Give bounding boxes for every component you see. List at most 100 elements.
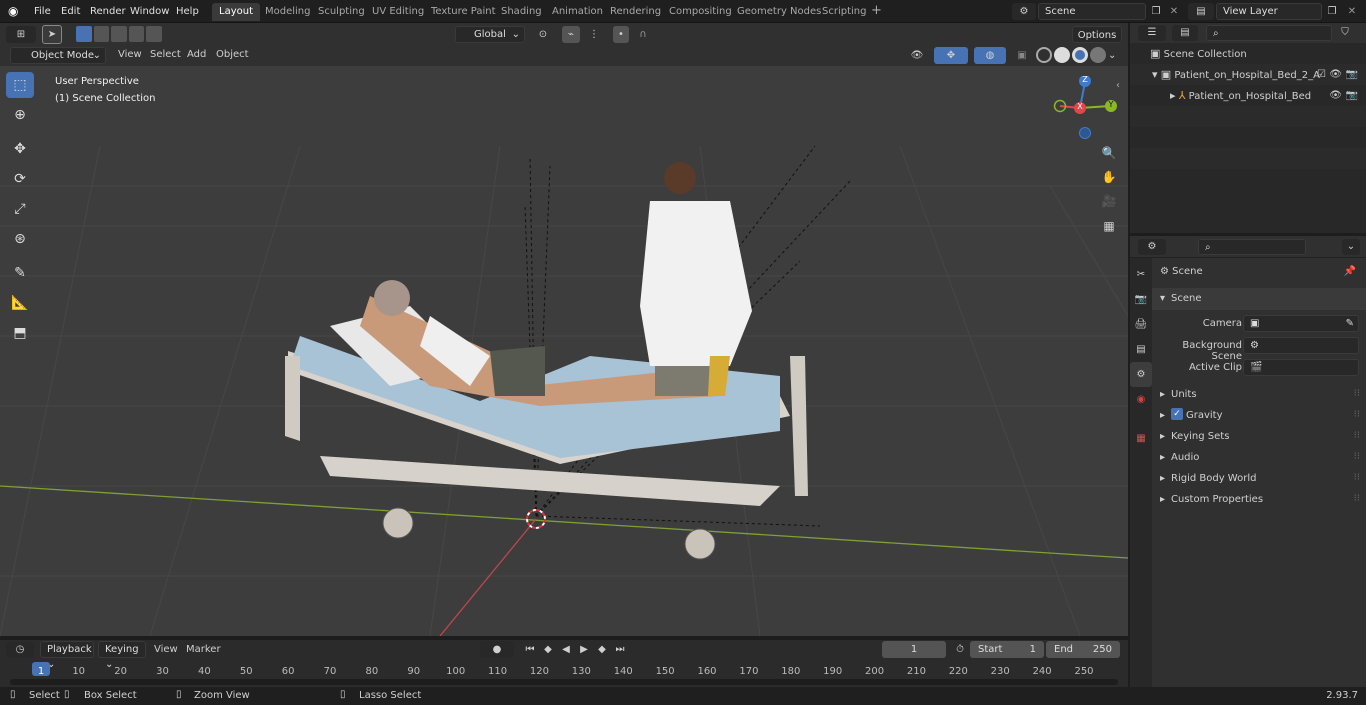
end-frame-field[interactable]: End 250 <box>1046 641 1120 658</box>
stopwatch-icon[interactable]: ⏱ <box>952 641 968 658</box>
outliner-row-object[interactable]: ▸ ⅄ Patient_on_Hospital_Bed 👁 📷 <box>1130 85 1366 106</box>
annotate-tool-icon[interactable]: ✎ <box>6 260 34 286</box>
timeline-view-menu[interactable]: View <box>154 644 178 655</box>
delete-scene-icon[interactable]: ✕ <box>1166 3 1182 20</box>
scale-tool-icon[interactable]: ⤢ <box>6 196 34 222</box>
select-extend-icon[interactable] <box>93 26 110 42</box>
background-scene-field[interactable]: ⚙ <box>1243 337 1359 354</box>
play-reverse-icon[interactable]: ◀ <box>558 641 574 658</box>
gizmo-toggle-icon[interactable]: ✥ <box>934 47 968 64</box>
menu-help[interactable]: Help <box>170 0 205 23</box>
rendered-shading-icon[interactable] <box>1090 47 1106 63</box>
camera-field[interactable]: ▣ ✎ <box>1243 315 1359 332</box>
texture-tab-icon[interactable]: ▦ <box>1130 426 1152 451</box>
render-tab-icon[interactable]: 📷 <box>1130 287 1152 312</box>
view-layer-tab-icon[interactable]: ▤ <box>1130 337 1152 362</box>
view-menu[interactable]: View <box>118 49 142 60</box>
tab-geometry-nodes[interactable]: Geometry Nodes <box>730 3 828 21</box>
tab-uv-editing[interactable]: UV Editing <box>365 3 431 21</box>
tab-compositing[interactable]: Compositing <box>662 3 739 21</box>
tab-rendering[interactable]: Rendering <box>603 3 668 21</box>
tab-sculpting[interactable]: Sculpting <box>311 3 372 21</box>
camera-view-icon[interactable]: 🎥 <box>1099 191 1119 211</box>
falloff-icon[interactable]: ∩ <box>631 26 655 43</box>
editor-type-icon[interactable]: ⊞ <box>6 26 36 43</box>
menu-edit[interactable]: Edit <box>55 0 86 23</box>
select-new-icon[interactable] <box>76 26 92 42</box>
select-subtract-icon[interactable] <box>111 26 127 42</box>
chevron-down-icon[interactable]: ⌄ <box>1108 47 1122 64</box>
outliner-search-input[interactable]: ⌕ <box>1206 25 1332 41</box>
menu-window[interactable]: Window <box>124 0 175 23</box>
current-frame-field[interactable]: 1 <box>882 641 946 658</box>
solid-shading-icon[interactable] <box>1054 47 1070 63</box>
camera-icon[interactable]: 📷 <box>1346 64 1358 85</box>
drag-handle-icon[interactable]: ⁝⁝ <box>1354 493 1360 504</box>
keying-dropdown[interactable]: Keying ⌄ <box>98 641 146 670</box>
select-box-tool-icon[interactable]: ⬚ <box>6 72 34 98</box>
section-units[interactable]: ▸ Units ⁝⁝ <box>1152 384 1366 405</box>
tab-layout[interactable]: Layout <box>212 3 260 21</box>
transform-tool-icon[interactable]: ⊛ <box>6 226 34 252</box>
select-intersect-icon[interactable] <box>146 26 162 42</box>
properties-search-input[interactable]: ⌕ <box>1198 239 1306 255</box>
eye-icon[interactable]: 👁 <box>1329 85 1342 106</box>
sidebar-toggle-icon[interactable]: ‹ <box>1116 80 1126 91</box>
scene-name-field[interactable]: Scene <box>1038 3 1146 20</box>
select-cursor-icon[interactable]: ➤ <box>42 25 62 44</box>
jump-end-icon[interactable]: ⏭ <box>612 641 628 658</box>
start-frame-field[interactable]: Start 1 <box>970 641 1044 658</box>
material-shading-icon[interactable] <box>1072 47 1088 63</box>
filter-icon[interactable]: ⛉ <box>1336 25 1354 41</box>
xray-icon[interactable]: ▣ <box>1014 47 1030 64</box>
record-icon[interactable]: ● <box>480 641 514 658</box>
grid-projection-icon[interactable]: ▦ <box>1099 216 1119 236</box>
section-rigid-body-world[interactable]: ▸ Rigid Body World ⁝⁝ <box>1152 468 1366 489</box>
3d-viewport[interactable]: User Perspective (1) Scene Collection Z … <box>0 66 1128 636</box>
delete-view-layer-icon[interactable]: ✕ <box>1344 3 1360 20</box>
tab-shading[interactable]: Shading <box>494 3 549 21</box>
outliner-row-collection[interactable]: ▾ ▣ Patient_on_Hospital_Bed_2_A ☑ 👁 📷 <box>1130 64 1366 85</box>
cursor-tool-icon[interactable]: ⊕ <box>6 102 34 128</box>
scene-tab-icon[interactable]: ⚙ <box>1130 362 1152 387</box>
section-audio[interactable]: ▸ Audio ⁝⁝ <box>1152 447 1366 468</box>
section-gravity[interactable]: ▸ ✓ Gravity ⁝⁝ <box>1152 405 1366 426</box>
world-tab-icon[interactable]: ◉ <box>1130 387 1152 412</box>
editor-type-icon[interactable]: ⚙ <box>1138 239 1166 255</box>
chevron-down-icon[interactable]: ⌄ <box>1342 239 1360 255</box>
new-view-layer-icon[interactable]: ❐ <box>1324 3 1340 20</box>
pin-icon[interactable]: 📌 <box>1344 266 1356 277</box>
add-menu[interactable]: Add <box>187 49 206 60</box>
playback-dropdown[interactable]: Playback ⌄ <box>40 641 94 670</box>
navigation-gizmo[interactable]: Z Y X <box>1052 75 1122 146</box>
eye-icon[interactable]: 👁 <box>1329 64 1342 85</box>
tool-tab-icon[interactable]: ✂ <box>1130 262 1152 287</box>
proportional-edit-icon[interactable]: • <box>613 26 629 43</box>
new-scene-icon[interactable]: ❐ <box>1148 3 1164 20</box>
object-menu[interactable]: Object <box>216 49 249 60</box>
zoom-icon[interactable]: 🔍 <box>1099 143 1119 163</box>
gravity-checkbox-icon[interactable]: ✓ <box>1171 408 1183 420</box>
timeline-marker-menu[interactable]: Marker <box>186 644 221 655</box>
add-workspace-icon[interactable]: + <box>871 4 883 17</box>
editor-type-icon[interactable]: ◷ <box>6 642 34 658</box>
rotate-tool-icon[interactable]: ⟳ <box>6 166 34 192</box>
next-keyframe-icon[interactable]: ◆ <box>594 641 610 658</box>
view-layer-icon[interactable]: ▤ <box>1188 3 1214 20</box>
jump-start-icon[interactable]: ⏮ <box>522 641 538 658</box>
pivot-point-icon[interactable]: ⊙ <box>532 26 554 43</box>
outliner-row-root[interactable]: ▣ Scene Collection <box>1130 43 1366 64</box>
section-keying-sets[interactable]: ▸ Keying Sets ⁝⁝ <box>1152 426 1366 447</box>
prev-keyframe-icon[interactable]: ◆ <box>540 641 556 658</box>
display-mode-icon[interactable]: ▤ <box>1172 25 1198 41</box>
add-cube-tool-icon[interactable]: ⬒ <box>6 320 34 346</box>
camera-icon[interactable]: 📷 <box>1346 85 1358 106</box>
tab-modeling[interactable]: Modeling <box>258 3 318 21</box>
wireframe-shading-icon[interactable] <box>1036 47 1052 63</box>
drag-handle-icon[interactable]: ⁝⁝ <box>1354 409 1360 420</box>
move-tool-icon[interactable]: ✥ <box>6 136 34 162</box>
drag-handle-icon[interactable]: ⁝⁝ <box>1354 388 1360 399</box>
object-mode-dropdown[interactable]: Object Mode ⌄ <box>10 47 106 64</box>
output-tab-icon[interactable]: 🖨 <box>1130 312 1152 337</box>
menu-file[interactable]: File <box>28 0 57 23</box>
